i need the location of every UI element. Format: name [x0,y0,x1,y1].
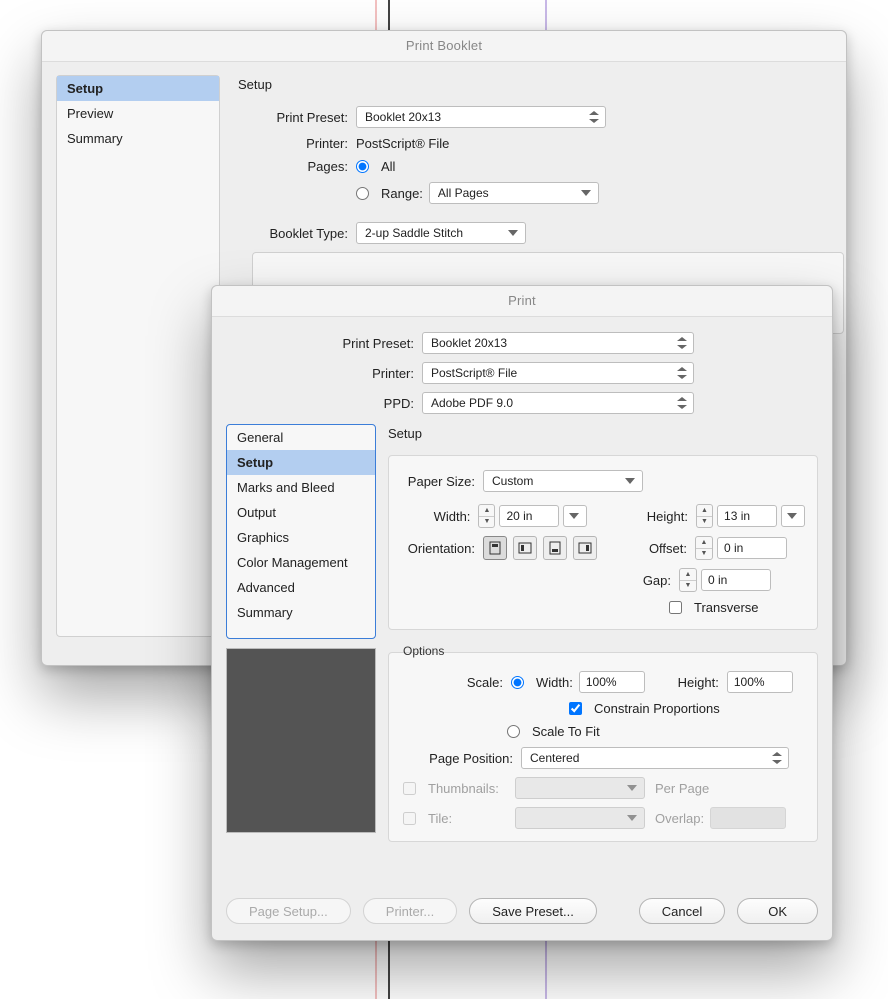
input-scale-height[interactable] [727,671,793,693]
fieldset-options: Options Scale: Width: Height: Constrain … [388,652,818,842]
check-transverse[interactable]: Transverse [669,600,759,615]
stepper-gap[interactable]: ▲▼ [679,568,697,592]
dialog-print: Print Print Preset: Booklet 20x13 Printe… [211,285,833,941]
input-gap[interactable] [701,569,771,591]
label-height: Height: [605,509,696,524]
label-printer2: Printer: [292,366,422,381]
radio-scale-to-fit[interactable]: Scale To Fit [507,724,600,739]
print-main: Setup Paper Size: Custom Width: ▲▼ Heigh… [388,426,818,842]
label-overlap: Overlap: [655,811,704,826]
title-print: Print [212,286,832,317]
select-print-preset2[interactable]: Booklet 20x13 [422,332,694,354]
label-gap: Gap: [611,573,679,588]
print-preview [226,648,376,833]
radio-scale-width[interactable]: Width: [511,675,573,690]
label-page-position: Page Position: [401,751,521,766]
print-top: Print Preset: Booklet 20x13 Printer: Pos… [212,332,832,422]
print-heading: Setup [388,426,818,441]
label-print-preset: Print Preset: [238,110,356,125]
print-sidebar-summary[interactable]: Summary [227,600,375,625]
select-height-unit[interactable] [781,505,805,527]
orientation-portrait-flip[interactable] [543,536,567,560]
select-width-unit[interactable] [563,505,587,527]
label-booklet-type: Booklet Type: [238,226,356,241]
orientation-group [483,536,597,560]
stepper-height[interactable]: ▲▼ [696,504,713,528]
select-thumbnails [515,777,645,799]
booklet-sidebar-setup[interactable]: Setup [57,76,219,101]
label-width: Width: [401,509,478,524]
input-overlap [710,807,786,829]
button-ok[interactable]: OK [737,898,818,924]
select-paper-size[interactable]: Custom [483,470,643,492]
print-sidebar-general[interactable]: General [227,425,375,450]
print-sidebar-output[interactable]: Output [227,500,375,525]
input-width[interactable] [499,505,559,527]
select-ppd[interactable]: Adobe PDF 9.0 [422,392,694,414]
label-scale: Scale: [401,675,511,690]
fieldset-paper: Paper Size: Custom Width: ▲▼ Height: ▲▼ … [388,455,818,630]
booklet-sidebar: Setup Preview Summary [56,75,220,637]
check-thumbnails: Thumbnails: [401,781,515,796]
select-print-preset[interactable]: Booklet 20x13 [356,106,606,128]
legend-options: Options [399,644,448,658]
input-offset[interactable] [717,537,787,559]
orientation-portrait[interactable] [483,536,507,560]
label-pages: Pages: [238,159,356,174]
label-per-page: Per Page [655,781,709,796]
select-tile [515,807,645,829]
print-sidebar-marks[interactable]: Marks and Bleed [227,475,375,500]
select-booklet-type[interactable]: 2-up Saddle Stitch [356,222,526,244]
button-page-setup: Page Setup... [226,898,351,924]
orientation-landscape-right[interactable] [573,536,597,560]
button-save-preset[interactable]: Save Preset... [469,898,597,924]
select-page-range[interactable]: All Pages [429,182,599,204]
radio-pages-all[interactable]: All [356,159,395,174]
check-constrain[interactable]: Constrain Proportions [569,701,720,716]
orientation-landscape-left[interactable] [513,536,537,560]
select-printer[interactable]: PostScript® File [422,362,694,384]
print-buttons: Page Setup... Printer... Save Preset... … [226,898,818,924]
label-scale-height: Height: [661,675,727,690]
stepper-width[interactable]: ▲▼ [478,504,495,528]
print-sidebar: General Setup Marks and Bleed Output Gra… [226,424,376,639]
input-height[interactable] [717,505,777,527]
label-printer: Printer: [238,136,356,151]
label-ppd: PPD: [292,396,422,411]
print-sidebar-graphics[interactable]: Graphics [227,525,375,550]
button-cancel[interactable]: Cancel [639,898,725,924]
label-print-preset2: Print Preset: [292,336,422,351]
booklet-heading: Setup [238,77,828,92]
label-orientation: Orientation: [401,541,483,556]
label-paper-size: Paper Size: [401,474,483,489]
check-tile: Tile: [401,811,515,826]
radio-pages-range[interactable]: Range: [356,186,423,201]
input-scale-width[interactable] [579,671,645,693]
booklet-sidebar-summary[interactable]: Summary [57,126,219,151]
print-sidebar-color[interactable]: Color Management [227,550,375,575]
select-page-position[interactable]: Centered [521,747,789,769]
button-printer: Printer... [363,898,457,924]
title-print-booklet: Print Booklet [42,31,846,62]
value-printer: PostScript® File [356,136,449,151]
print-sidebar-setup[interactable]: Setup [227,450,375,475]
stepper-offset[interactable]: ▲▼ [695,536,713,560]
label-offset: Offset: [627,541,695,556]
print-sidebar-advanced[interactable]: Advanced [227,575,375,600]
booklet-sidebar-preview[interactable]: Preview [57,101,219,126]
